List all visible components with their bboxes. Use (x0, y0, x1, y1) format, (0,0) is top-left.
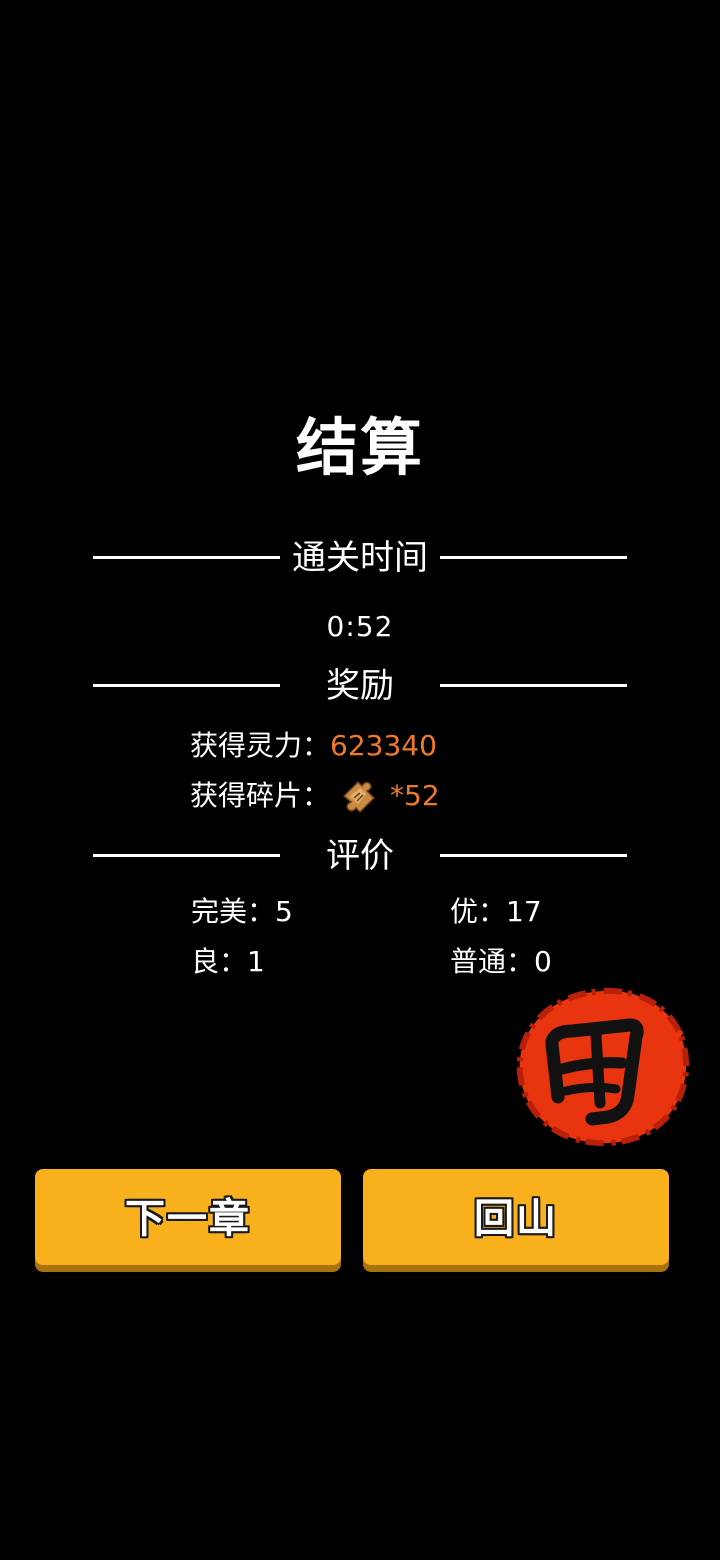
spirit-reward-row: 获得灵力：623340 (190, 726, 437, 766)
fragment-reward-label: 获得碎片： (190, 779, 331, 812)
red-grade-seal-icon (512, 985, 692, 1149)
divider-right (440, 684, 627, 687)
section-label-rewards: 奖励 (326, 666, 394, 706)
divider-left (93, 684, 280, 687)
rating-good: 良：1 (191, 945, 265, 978)
rating-perfect: 完美：5 (191, 895, 293, 928)
section-label-rating: 评价 (326, 836, 394, 876)
puzzle-fragment-icon (340, 774, 380, 814)
spirit-reward-label: 获得灵力： (190, 729, 331, 762)
page-title: 结算 (295, 411, 424, 484)
divider-right (440, 556, 627, 559)
rating-excellent: 优：17 (450, 895, 542, 928)
divider-right (440, 854, 627, 857)
section-label-clear-time: 通关时间 (292, 538, 428, 578)
divider-left (93, 854, 280, 857)
clear-time-value: 0:52 (326, 610, 394, 643)
divider-left (93, 556, 280, 559)
return-mountain-button[interactable]: 回山 (363, 1169, 669, 1265)
fragment-reward-value: *52 (390, 779, 440, 812)
fragment-reward-row: 获得碎片： *52 (190, 776, 440, 816)
spirit-reward-value: 623340 (330, 729, 437, 762)
next-chapter-button[interactable]: 下一章 (35, 1169, 341, 1265)
rating-normal: 普通：0 (450, 945, 552, 978)
